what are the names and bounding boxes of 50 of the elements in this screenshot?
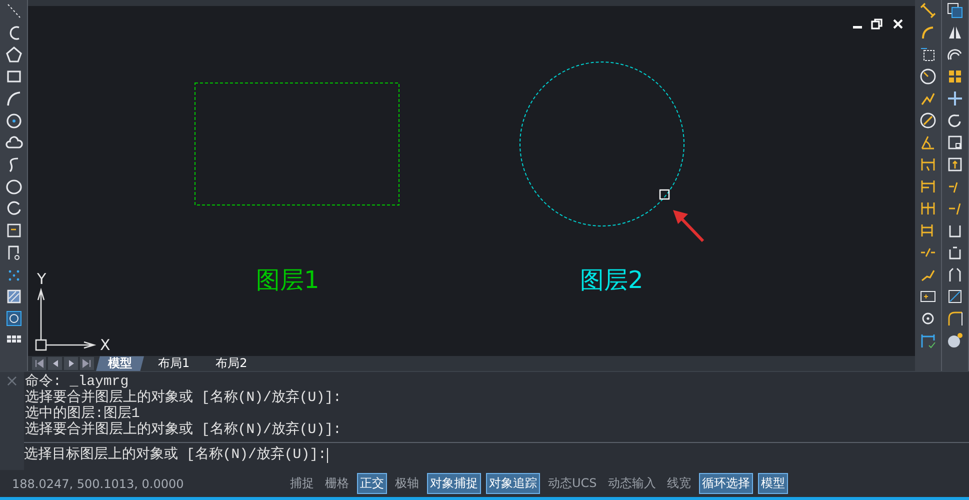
stretch-icon[interactable] (946, 155, 964, 174)
region-icon[interactable] (4, 309, 22, 328)
status-toggle[interactable]: 循环选择 (698, 473, 753, 494)
status-toggle[interactable]: 对象追踪 (486, 473, 540, 494)
arc-icon[interactable] (4, 89, 22, 108)
ucs-axis-drawing (35, 288, 96, 351)
drawing-canvas[interactable]: Y 图层1 图层2 X (28, 6, 915, 356)
layout-tab[interactable]: 模型 (96, 356, 144, 372)
aligned-dimension-icon[interactable] (919, 1, 937, 20)
layout-tab[interactable]: 布局2 (204, 356, 260, 372)
fillet-icon[interactable] (946, 309, 964, 328)
diameter-dimension-icon[interactable] (919, 111, 937, 130)
layout-tab[interactable]: 布局1 (146, 356, 202, 372)
command-history-line: 选择要合并图层上的对象或 [名称(N)/放弃(U)]: (24, 422, 342, 438)
status-toggle[interactable]: 极轴 (392, 473, 422, 494)
polygon-icon[interactable] (4, 45, 22, 64)
layer-label: 图层1 (256, 268, 320, 292)
copy-icon[interactable] (946, 1, 964, 20)
radius-dimension-icon[interactable] (919, 67, 937, 86)
previous-icon[interactable] (48, 357, 62, 370)
command-history-line: 命令: _laymrg (24, 374, 129, 390)
close-icon[interactable] (892, 18, 904, 30)
first-page-icon[interactable] (32, 357, 46, 370)
circle-icon[interactable] (4, 111, 22, 130)
command-input[interactable]: 选择目标图层上的对象或 [名称(N)/放弃(U)]: (24, 442, 969, 464)
axis-label: Y (37, 272, 46, 287)
status-toggle[interactable]: 正交 (357, 473, 387, 494)
grip-handle[interactable] (659, 189, 670, 200)
status-toggle[interactable]: 对象捕捉 (427, 473, 481, 494)
pointer-arrow (673, 210, 704, 242)
status-toggle[interactable]: 动态输入 (604, 473, 659, 494)
command-history-line: 选中的图层:图层1 (24, 406, 140, 422)
ellipse-arc-icon[interactable] (4, 199, 22, 218)
next-icon[interactable] (64, 357, 78, 370)
status-toggle[interactable]: 动态UCS (545, 473, 600, 494)
move-icon[interactable] (946, 89, 964, 108)
status-toggle[interactable]: 捕捉 (287, 473, 317, 494)
layer-label: 图层2 (580, 268, 644, 292)
status-toggle[interactable]: 模型 (758, 473, 788, 494)
hatch-icon[interactable] (4, 287, 22, 306)
restore-icon[interactable] (871, 18, 883, 30)
coordinates-readout: 188.0247, 500.1013, 0.0000 (12, 476, 185, 491)
command-history-line: 选择要合并图层上的对象或 [名称(N)/放弃(U)]: (24, 390, 342, 406)
last-page-icon[interactable] (80, 357, 94, 370)
status-toggle[interactable]: 栅格 (322, 473, 352, 494)
axis-label: X (100, 338, 110, 353)
explode-icon[interactable] (946, 331, 964, 350)
status-toggle[interactable]: 线宽 (664, 473, 694, 494)
scale-icon[interactable] (946, 133, 964, 152)
ellipse-icon[interactable] (4, 177, 22, 196)
